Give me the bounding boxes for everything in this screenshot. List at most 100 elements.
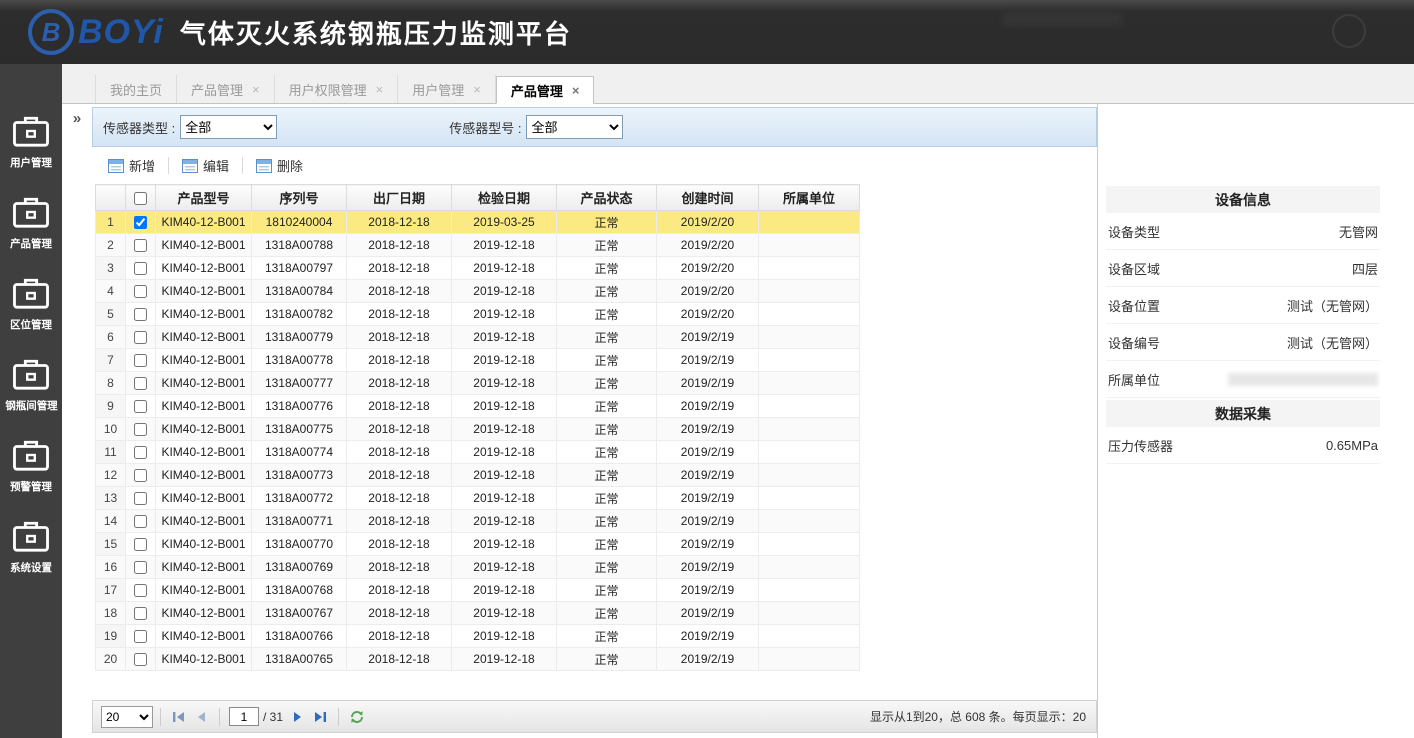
row-checkbox[interactable]	[134, 377, 147, 390]
status-cell: 正常	[557, 441, 657, 464]
collapse-panel-icon[interactable]: »	[62, 110, 92, 127]
table-row[interactable]: 2KIM40-12-B0011318A007882018-12-182019-1…	[96, 234, 860, 257]
row-checkbox[interactable]	[134, 400, 147, 413]
table-row[interactable]: 5KIM40-12-B0011318A007822018-12-182019-1…	[96, 303, 860, 326]
toolbar-separator	[242, 157, 243, 174]
close-tab-icon[interactable]: ×	[473, 83, 481, 96]
status-cell: 正常	[557, 372, 657, 395]
sidebar-item-1[interactable]: 用户管理	[9, 114, 53, 170]
sensor-type-select[interactable]: 全部	[180, 115, 277, 139]
serial-cell: 1318A00768	[252, 579, 347, 602]
row-checkbox[interactable]	[134, 653, 147, 666]
row-checkbox[interactable]	[134, 239, 147, 252]
row-checkbox-cell	[126, 510, 156, 533]
briefcase-icon	[12, 519, 50, 553]
close-tab-icon[interactable]: ×	[572, 84, 580, 97]
row-checkbox[interactable]	[134, 354, 147, 367]
row-checkbox[interactable]	[134, 216, 147, 229]
row-checkbox[interactable]	[134, 469, 147, 482]
close-tab-icon[interactable]: ×	[376, 83, 384, 96]
close-tab-icon[interactable]: ×	[252, 83, 260, 96]
edit-button[interactable]: 编辑	[174, 156, 237, 175]
created-cell: 2019/2/19	[657, 625, 759, 648]
table-row[interactable]: 6KIM40-12-B0011318A007792018-12-182019-1…	[96, 326, 860, 349]
form-icon	[182, 159, 198, 173]
row-checkbox[interactable]	[134, 538, 147, 551]
sidebar-item-4[interactable]: 钢瓶间管理	[4, 357, 59, 413]
table-row[interactable]: 12KIM40-12-B0011318A007732018-12-182019-…	[96, 464, 860, 487]
row-checkbox[interactable]	[134, 308, 147, 321]
delete-button[interactable]: 删除	[248, 156, 311, 175]
serial-cell: 1318A00769	[252, 556, 347, 579]
row-checkbox[interactable]	[134, 262, 147, 275]
table-row[interactable]: 8KIM40-12-B0011318A007772018-12-182019-1…	[96, 372, 860, 395]
status-cell: 正常	[557, 510, 657, 533]
created-cell: 2019/2/19	[657, 510, 759, 533]
insp-date-cell: 2019-03-25	[452, 211, 557, 234]
table-row[interactable]: 13KIM40-12-B0011318A007722018-12-182019-…	[96, 487, 860, 510]
table-row[interactable]: 18KIM40-12-B0011318A007672018-12-182019-…	[96, 602, 860, 625]
first-page-button[interactable]	[168, 706, 190, 728]
page-number-input[interactable]	[229, 707, 259, 726]
prev-page-button[interactable]	[190, 706, 212, 728]
row-checkbox[interactable]	[134, 630, 147, 643]
row-checkbox[interactable]	[134, 607, 147, 620]
status-cell: 正常	[557, 395, 657, 418]
sidebar-item-5[interactable]: 预警管理	[9, 438, 53, 494]
add-button[interactable]: 新增	[100, 156, 163, 175]
mfg-date-cell: 2018-12-18	[347, 602, 452, 625]
field-label: 设备编号	[1108, 333, 1160, 352]
unit-cell	[759, 418, 860, 441]
table-row[interactable]: 4KIM40-12-B0011318A007842018-12-182019-1…	[96, 280, 860, 303]
insp-date-cell: 2019-12-18	[452, 556, 557, 579]
table-row[interactable]: 20KIM40-12-B0011318A007652018-12-182019-…	[96, 648, 860, 671]
model-cell: KIM40-12-B001	[156, 464, 252, 487]
sidebar-item-3[interactable]: 区位管理	[9, 276, 53, 332]
created-cell: 2019/2/20	[657, 280, 759, 303]
table-row[interactable]: 10KIM40-12-B0011318A007752018-12-182019-…	[96, 418, 860, 441]
table-row[interactable]: 7KIM40-12-B0011318A007782018-12-182019-1…	[96, 349, 860, 372]
insp-date-cell: 2019-12-18	[452, 372, 557, 395]
insp-date-cell: 2019-12-18	[452, 441, 557, 464]
tab-2[interactable]: 产品管理×	[177, 75, 275, 103]
row-checkbox-cell	[126, 487, 156, 510]
tab-5[interactable]: 产品管理 ×	[496, 76, 595, 104]
row-checkbox[interactable]	[134, 423, 147, 436]
table-row[interactable]: 14KIM40-12-B0011318A007712018-12-182019-…	[96, 510, 860, 533]
mfg-date-cell: 2018-12-18	[347, 441, 452, 464]
mfg-date-cell: 2018-12-18	[347, 303, 452, 326]
table-row[interactable]: 19KIM40-12-B0011318A007662018-12-182019-…	[96, 625, 860, 648]
model-cell: KIM40-12-B001	[156, 556, 252, 579]
table-row[interactable]: 17KIM40-12-B0011318A007682018-12-182019-…	[96, 579, 860, 602]
sidebar-item-6[interactable]: 系统设置	[9, 519, 53, 575]
row-checkbox[interactable]	[134, 584, 147, 597]
tab-4[interactable]: 用户管理×	[398, 75, 496, 103]
row-checkbox[interactable]	[134, 515, 147, 528]
row-checkbox[interactable]	[134, 561, 147, 574]
select-all-checkbox[interactable]	[134, 192, 147, 205]
table-row[interactable]: 11KIM40-12-B0011318A007742018-12-182019-…	[96, 441, 860, 464]
table-row[interactable]: 15KIM40-12-B0011318A007702018-12-182019-…	[96, 533, 860, 556]
tab-1[interactable]: 我的主页	[95, 75, 177, 103]
created-cell: 2019/2/19	[657, 326, 759, 349]
sidebar: 用户管理产品管理区位管理钢瓶间管理预警管理系统设置	[0, 64, 62, 738]
table-row[interactable]: 3KIM40-12-B0011318A007972018-12-182019-1…	[96, 257, 860, 280]
table-row[interactable]: 16KIM40-12-B0011318A007692018-12-182019-…	[96, 556, 860, 579]
table-row[interactable]: 1KIM40-12-B00118102400042018-12-182019-0…	[96, 211, 860, 234]
row-checkbox[interactable]	[134, 285, 147, 298]
next-page-button[interactable]	[287, 706, 309, 728]
last-page-button[interactable]	[309, 706, 331, 728]
sidebar-item-2[interactable]: 产品管理	[9, 195, 53, 251]
row-checkbox[interactable]	[134, 446, 147, 459]
row-checkbox[interactable]	[134, 492, 147, 505]
table-row[interactable]: 9KIM40-12-B0011318A007762018-12-182019-1…	[96, 395, 860, 418]
refresh-button[interactable]	[346, 706, 368, 728]
field-value: 测试（无管网）	[1287, 333, 1378, 352]
row-checkbox[interactable]	[134, 331, 147, 344]
page-size-select[interactable]: 20	[101, 706, 153, 728]
tab-label: 产品管理	[511, 81, 563, 100]
sidebar-item-label: 用户管理	[10, 154, 52, 169]
app-header: B BOYi 气体灭火系统钢瓶压力监测平台	[0, 0, 1414, 64]
tab-3[interactable]: 用户权限管理×	[275, 75, 399, 103]
sensor-model-select[interactable]: 全部	[526, 115, 623, 139]
